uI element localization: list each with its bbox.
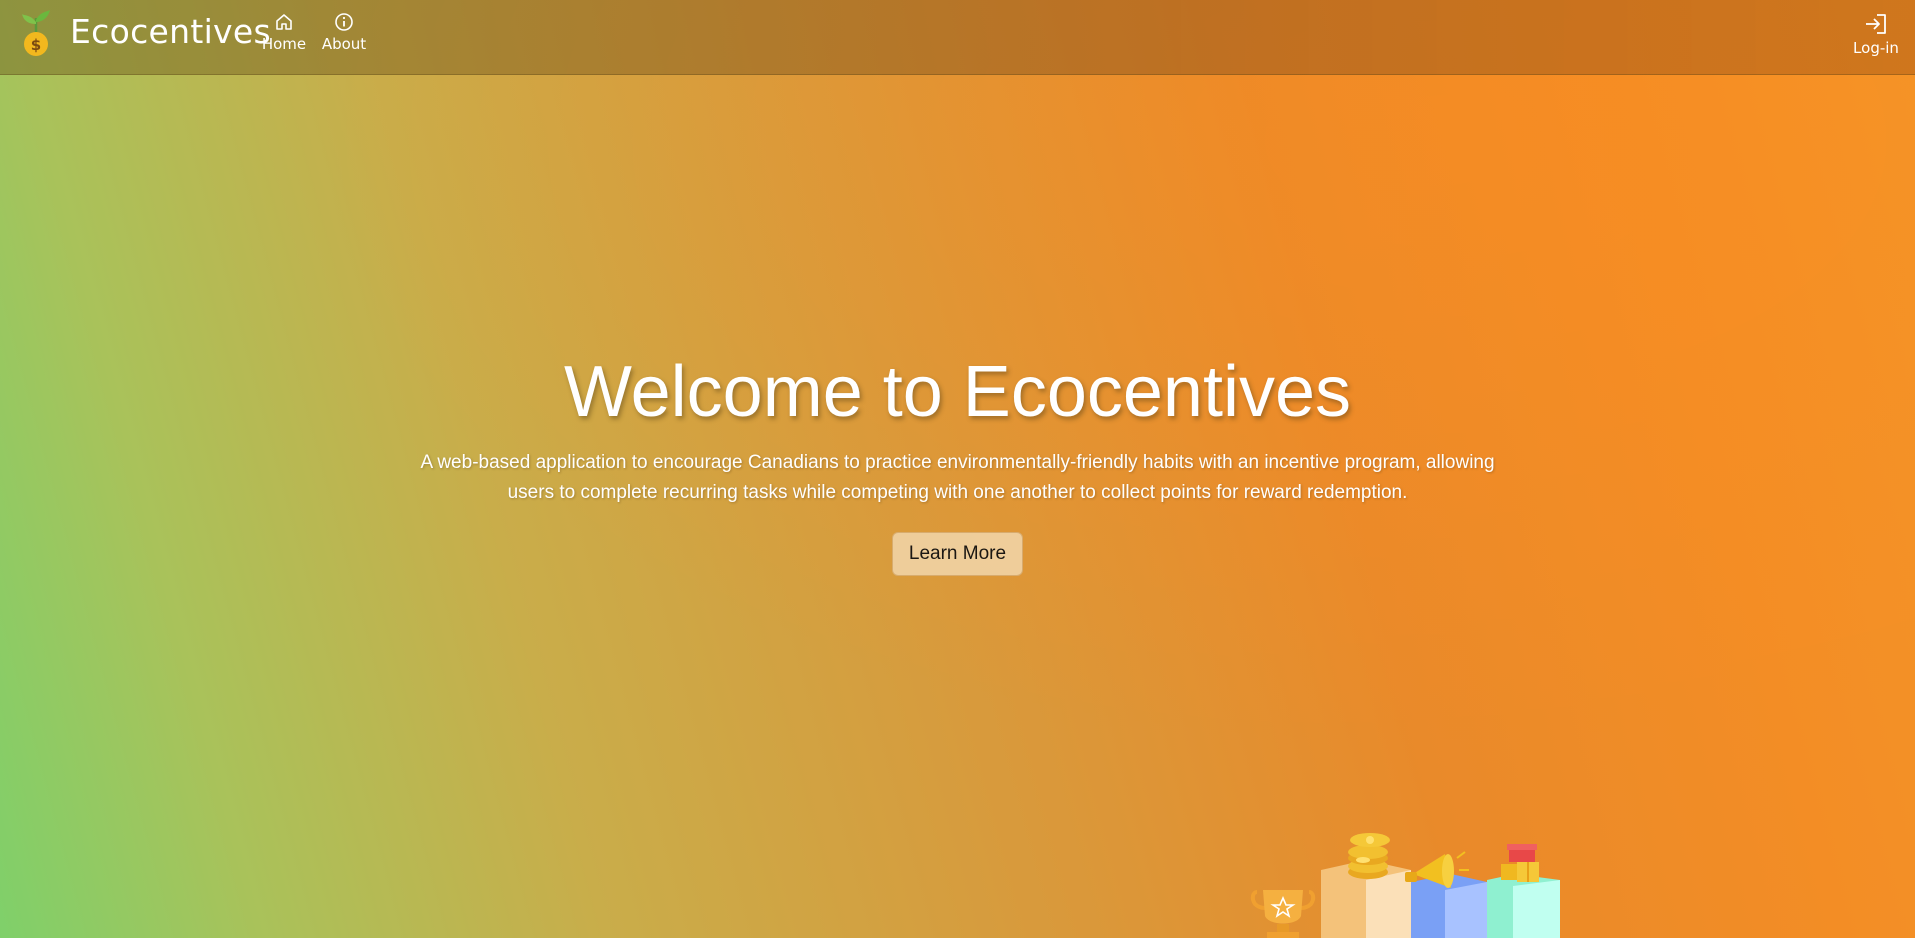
money-sprout-icon[interactable]: $ — [20, 10, 52, 58]
nav-home[interactable]: Home — [260, 12, 308, 53]
hero-section: Welcome to Ecocentives A web-based appli… — [0, 350, 1915, 576]
trophy-icon — [1250, 890, 1316, 938]
top-navbar: $ Ecocentives Home About Log-in — [0, 0, 1915, 75]
nav-home-label: Home — [261, 35, 307, 53]
login-icon — [1866, 14, 1886, 34]
home-icon — [276, 14, 292, 30]
info-icon — [335, 13, 353, 31]
coins-icon — [1348, 833, 1390, 879]
rewards-podium-icon — [1250, 833, 1560, 938]
nav-about-label: About — [321, 35, 367, 53]
login-label: Log-in — [1853, 39, 1899, 57]
nav-about[interactable]: About — [318, 12, 370, 53]
hero-title: Welcome to Ecocentives — [563, 352, 1351, 432]
svg-text:$: $ — [31, 36, 41, 54]
hero-description: A web-based application to encourage Can… — [420, 452, 1495, 503]
learn-more-button[interactable]: Learn More — [891, 532, 1024, 576]
brand-name[interactable]: Ecocentives — [70, 12, 271, 51]
login-button[interactable]: Log-in — [1846, 12, 1906, 57]
gift-boxes-icon — [1501, 844, 1539, 882]
